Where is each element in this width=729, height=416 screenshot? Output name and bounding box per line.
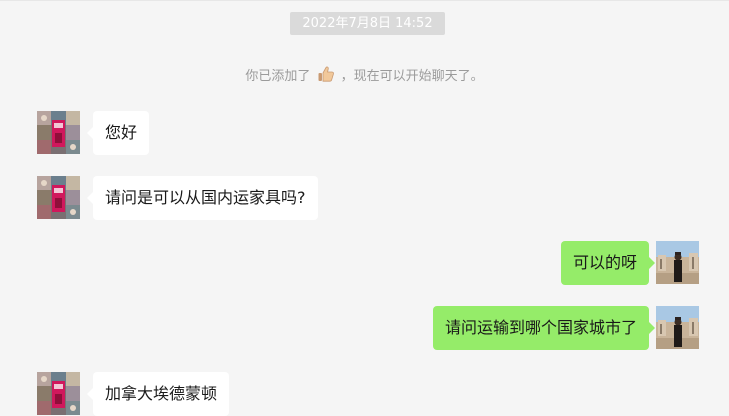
message-bubble-incoming[interactable]: 您好 — [86, 111, 150, 155]
message-bubble-outgoing[interactable]: 请问运输到哪个国家城市了 — [432, 306, 656, 350]
message-timestamp: 2022年7月8日 14:52 — [290, 12, 445, 35]
system-notice-text-after: ，现在可以开始聊天了。 — [340, 69, 484, 84]
message-bubble-outgoing[interactable]: 可以的呀 — [560, 241, 656, 285]
system-notice-text-before: 你已添加了 — [245, 69, 311, 84]
message-bubble-incoming[interactable]: 加拿大埃德蒙顿 — [86, 372, 230, 416]
message-bubble-incoming[interactable]: 请问是可以从国内运家具吗? — [87, 176, 318, 220]
contact-avatar[interactable] — [37, 111, 80, 154]
my-avatar[interactable] — [656, 241, 699, 284]
top-divider — [0, 0, 729, 1]
contact-avatar[interactable] — [37, 372, 80, 415]
system-notice: 你已添加了 ，现在可以开始聊天了。 — [0, 65, 729, 88]
my-avatar[interactable] — [656, 306, 699, 349]
contact-avatar[interactable] — [37, 176, 80, 219]
thumbs-up-icon — [317, 65, 335, 83]
